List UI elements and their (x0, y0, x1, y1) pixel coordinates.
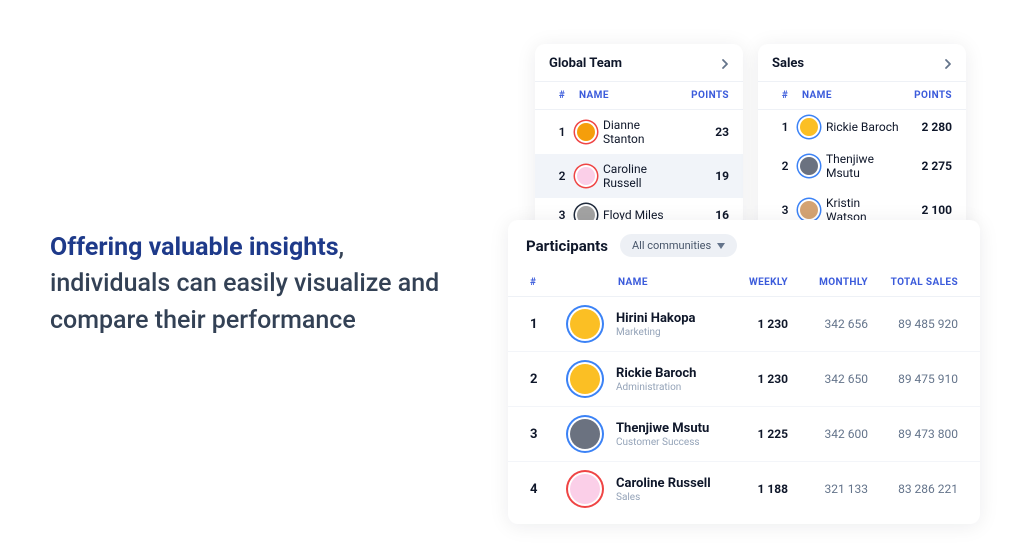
name-col: Hirini HakopaMarketing (616, 311, 718, 338)
total: 89 485 920 (868, 317, 958, 331)
filter-label: All communities (632, 239, 711, 252)
rank: 4 (530, 482, 570, 497)
th-points: POINTS (902, 90, 952, 101)
chevron-right-icon[interactable] (944, 58, 952, 70)
rank: 3 (772, 203, 798, 217)
avatar (570, 419, 600, 449)
table-row[interactable]: 2 Rickie BarochAdministration1 230342 650… (508, 352, 980, 407)
total: 89 473 800 (868, 427, 958, 441)
table-row[interactable]: 2 Thenjiwe Msutu2 275 (758, 144, 966, 188)
name: Rickie Baroch (616, 366, 718, 381)
rank: 1 (530, 317, 570, 332)
participants-header: Participants All communities (508, 220, 980, 269)
name: Caroline Russell (616, 476, 718, 491)
points: 2 275 (902, 159, 952, 173)
avatar (570, 364, 600, 394)
rank: 1 (772, 120, 798, 134)
rank: 2 (772, 159, 798, 173)
rank: 2 (530, 372, 570, 387)
chevron-right-icon[interactable] (721, 58, 729, 70)
weekly: 1 230 (718, 317, 788, 331)
table-row[interactable]: 1 Dianne Stanton23 (535, 110, 743, 154)
points: 23 (679, 125, 729, 139)
department: Marketing (616, 327, 718, 338)
avatar (570, 309, 600, 339)
th-name: NAME (798, 90, 902, 101)
avatar (577, 123, 595, 141)
name: Thenjiwe Msutu (616, 421, 718, 436)
table-header: # NAME POINTS (535, 82, 743, 110)
rank: 1 (549, 125, 575, 139)
weekly: 1 225 (718, 427, 788, 441)
monthly: 342 650 (788, 372, 868, 386)
table-row[interactable]: 4 Caroline RussellSales1 188321 13383 286… (508, 462, 980, 516)
department: Administration (616, 382, 718, 393)
table-row[interactable]: 1 Rickie Baroch2 280 (758, 110, 966, 144)
avatar (800, 201, 818, 219)
card-header: Global Team (535, 44, 743, 82)
rank: 2 (549, 169, 575, 183)
th-name: NAME (570, 277, 718, 288)
total: 89 475 910 (868, 372, 958, 386)
table-header: # NAME POINTS (758, 82, 966, 110)
monthly: 342 656 (788, 317, 868, 331)
th-rank: # (530, 277, 570, 288)
name: Dianne Stanton (603, 118, 679, 146)
monthly: 321 133 (788, 482, 868, 496)
weekly: 1 188 (718, 482, 788, 496)
card-title: Global Team (549, 56, 622, 71)
avatar (800, 118, 818, 136)
name-col: Rickie BarochAdministration (616, 366, 718, 393)
points: 2 280 (902, 120, 952, 134)
th-rank: # (549, 90, 575, 101)
caret-down-icon (717, 243, 725, 249)
community-filter-dropdown[interactable]: All communities (620, 234, 737, 257)
participants-table-header: # NAME WEEKLY MONTHLY TOTAL SALES (508, 269, 980, 297)
department: Customer Success (616, 437, 718, 448)
avatar (570, 474, 600, 504)
table-row[interactable]: 3 Thenjiwe MsutuCustomer Success1 225342 … (508, 407, 980, 462)
name: Rickie Baroch (826, 120, 902, 134)
table-row[interactable]: 2 Caroline Russell19 (535, 154, 743, 198)
headline-bold: Offering valuable insights (50, 233, 339, 262)
th-total: TOTAL SALES (868, 277, 958, 288)
th-weekly: WEEKLY (718, 277, 788, 288)
rank: 3 (530, 427, 570, 442)
card-header: Sales (758, 44, 966, 82)
th-monthly: MONTHLY (788, 277, 868, 288)
avatar (800, 157, 818, 175)
name-col: Caroline RussellSales (616, 476, 718, 503)
weekly: 1 230 (718, 372, 788, 386)
department: Sales (616, 492, 718, 503)
name: Thenjiwe Msutu (826, 152, 902, 180)
headline: Offering valuable insights, individuals … (50, 230, 470, 339)
th-points: POINTS (679, 90, 729, 101)
avatar (577, 167, 595, 185)
th-rank: # (772, 90, 798, 101)
participants-title: Participants (526, 237, 608, 255)
card-title: Sales (772, 56, 804, 71)
points: 19 (679, 169, 729, 183)
name: Caroline Russell (603, 162, 679, 190)
points: 2 100 (902, 203, 952, 217)
total: 83 286 221 (868, 482, 958, 496)
th-name: NAME (575, 90, 679, 101)
name: Hirini Hakopa (616, 311, 718, 326)
monthly: 342 600 (788, 427, 868, 441)
card-global-team: Global Team # NAME POINTS 1 Dianne Stanto… (535, 44, 743, 232)
card-participants: Participants All communities # NAME WEEK… (508, 220, 980, 524)
table-row[interactable]: 1 Hirini HakopaMarketing1 230342 65689 48… (508, 297, 980, 352)
name-col: Thenjiwe MsutuCustomer Success (616, 421, 718, 448)
